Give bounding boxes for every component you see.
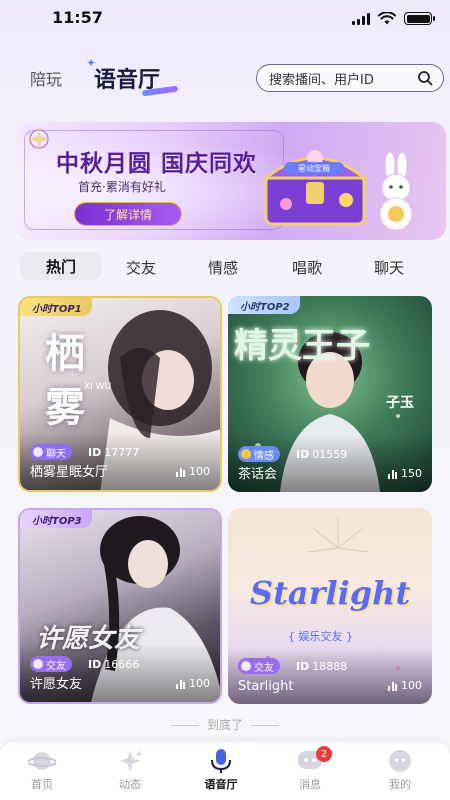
status-icons: [352, 12, 435, 25]
room-id: ID 01559: [296, 448, 348, 461]
room-art-title: 栖 雾: [38, 332, 85, 426]
category-tab-social[interactable]: 交友: [126, 257, 156, 278]
microphone-icon: [211, 749, 231, 773]
tab-yuyin[interactable]: 语音厅: [94, 62, 160, 94]
promo-banner[interactable]: 中秋月圆 国庆同欢 首充·累消有好礼 了解详情 星动宝箱: [16, 122, 446, 240]
tab-peiwan[interactable]: 陪玩: [30, 66, 62, 90]
learn-more-button[interactable]: 了解详情: [74, 202, 182, 226]
room-art-subtitle: { 娱乐交友 }: [288, 630, 353, 643]
room-tag: 聊天: [30, 444, 72, 460]
nav-label: 我的: [389, 778, 411, 791]
listener-count: 150: [388, 467, 422, 480]
planet-icon: [28, 752, 56, 770]
status-bar: 11:57: [0, 0, 450, 40]
nav-moments[interactable]: 动态: [100, 748, 160, 796]
room-id: ID 18888: [296, 660, 348, 673]
nav-home[interactable]: 首页: [12, 748, 72, 796]
search-placeholder: 搜索播间、用户ID: [269, 72, 374, 88]
category-tab-emotion[interactable]: 情感: [208, 257, 238, 278]
room-card[interactable]: 许愿女友 小时TOP3 交友 ID 16666 许愿女友 100: [18, 508, 222, 704]
hourly-top-badge: 小时TOP1: [20, 298, 92, 316]
banner-subtitle: 首充·累消有好礼: [78, 180, 166, 194]
battery-icon: [404, 12, 435, 25]
tag-icon: [33, 447, 43, 457]
chest-label: 星动宝箱: [298, 163, 330, 173]
category-tab-hot[interactable]: 热门: [20, 252, 102, 280]
category-tab-sing[interactable]: 唱歌: [292, 257, 322, 278]
audio-bars-icon: [176, 679, 185, 689]
treasure-chest-icon: 星动宝箱: [261, 150, 369, 226]
status-time: 11:57: [52, 8, 103, 27]
category-tabs: 热门 交友 情感 唱歌 聊天: [0, 252, 450, 286]
tag-icon: [33, 659, 43, 669]
room-card[interactable]: 栖 雾 XI WU 小时TOP1 聊天 ID 17777 栖雾星眠女厅 100: [18, 296, 222, 492]
room-tag: 情感: [238, 446, 280, 462]
wifi-icon: [378, 12, 396, 25]
nav-profile[interactable]: 我的: [370, 748, 430, 796]
nav-label: 语音厅: [204, 778, 238, 791]
bunny-icon: [379, 152, 413, 231]
top-header: 陪玩 ✦ 语音厅 搜索播间、用户ID: [0, 52, 450, 102]
category-tab-chat[interactable]: 聊天: [374, 257, 404, 278]
nav-label: 消息: [299, 778, 321, 791]
audio-bars-icon: [176, 467, 185, 477]
search-input[interactable]: 搜索播间、用户ID: [256, 64, 444, 92]
room-name: Starlight: [238, 679, 294, 694]
banner-title: 中秋月圆 国庆同欢: [56, 151, 258, 177]
card-gradient: [228, 646, 432, 704]
room-id: ID 16666: [88, 658, 140, 671]
tag-icon: [241, 661, 251, 671]
audio-bars-icon: [388, 469, 397, 479]
room-tag: 交友: [30, 656, 72, 672]
room-name: 许愿女友: [30, 677, 83, 692]
nav-voice-hall[interactable]: 语音厅: [191, 748, 251, 796]
room-card[interactable]: Starlight { 娱乐交友 } 交友 ID 18888 Starlight …: [228, 508, 432, 704]
audio-bars-icon: [388, 681, 397, 691]
room-id: ID 17777: [88, 446, 140, 459]
bottom-nav: 首页 动态 语音厅 2 消息 我的: [0, 742, 450, 800]
listener-count: 100: [388, 679, 422, 692]
room-art-title: 精灵王子: [234, 326, 370, 366]
hourly-top-badge: 小时TOP2: [228, 296, 300, 314]
room-art-title: Starlight: [250, 574, 411, 612]
room-name: 茶话会: [238, 467, 278, 482]
room-name: 栖雾星眠女厅: [30, 465, 109, 480]
room-art-subtitle: XI WU: [84, 382, 112, 392]
nav-label: 首页: [31, 778, 53, 791]
listener-count: 100: [176, 677, 210, 690]
search-icon[interactable]: [417, 70, 433, 86]
crystal-ball-icon: [27, 126, 51, 152]
hourly-top-badge: 小时TOP3: [20, 510, 92, 528]
sparkle-icon: [119, 750, 143, 772]
end-of-list-note: 到底了: [0, 716, 450, 733]
tag-icon: [241, 449, 251, 459]
room-tag: 交友: [238, 658, 280, 674]
message-badge: 2: [316, 746, 332, 762]
signal-icon: [352, 12, 370, 25]
nav-label: 动态: [119, 778, 141, 791]
room-card[interactable]: 精灵王子 子玉 小时TOP2 情感 ID 01559 茶话会 150: [228, 296, 432, 492]
nav-messages[interactable]: 2 消息: [280, 746, 340, 796]
room-art-subtitle: 子玉: [386, 395, 414, 411]
profile-icon: [389, 750, 411, 772]
listener-count: 100: [176, 465, 210, 478]
